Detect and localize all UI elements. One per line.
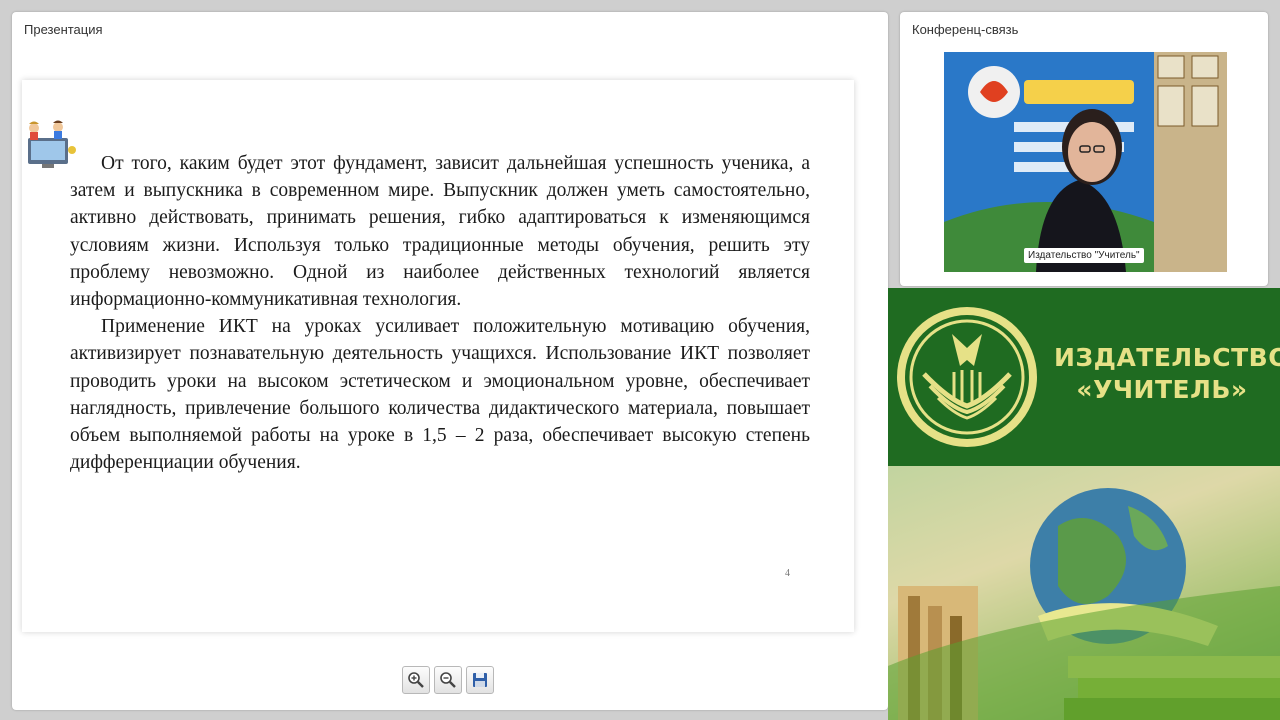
publisher-banner: ИЗДАТЕЛЬСТВО «УЧИТЕЛЬ» xyxy=(888,288,1280,466)
conference-panel: Конференц-связь Издательство "Учитель" xyxy=(900,12,1268,286)
zoom-in-button[interactable] xyxy=(402,666,430,694)
presentation-panel-title: Презентация xyxy=(24,22,103,37)
zoom-out-button[interactable] xyxy=(434,666,462,694)
books-globe-image xyxy=(888,466,1280,720)
publisher-logo xyxy=(897,307,1037,447)
slide-body-text: От того, каким будет этот фундамент, зав… xyxy=(70,150,810,476)
slide-page-number: 4 xyxy=(785,568,790,579)
presentation-slide: От того, каким будет этот фундамент, зав… xyxy=(22,80,854,632)
save-icon xyxy=(473,673,487,687)
publisher-name-line2: «УЧИТЕЛЬ» xyxy=(1076,375,1248,404)
presentation-panel: Презентация От того, каким будет этот фу… xyxy=(12,12,888,710)
presentation-toolbar xyxy=(402,666,494,694)
video-caption: Издательство "Учитель" xyxy=(1024,248,1144,263)
publisher-name-line1: ИЗДАТЕЛЬСТВО xyxy=(1054,343,1280,372)
webcam-video: Издательство "Учитель" xyxy=(944,52,1227,272)
conference-panel-title: Конференц-связь xyxy=(912,22,1019,37)
zoom-in-icon xyxy=(408,672,424,688)
slide-paragraph: Применение ИКТ на уроках усиливает полож… xyxy=(70,316,810,474)
slide-paragraph: От того, каким будет этот фундамент, зав… xyxy=(70,153,810,311)
video-scene xyxy=(944,52,1227,272)
save-button[interactable] xyxy=(466,666,494,694)
publisher-name: ИЗДАТЕЛЬСТВО «УЧИТЕЛЬ» xyxy=(1054,342,1280,406)
zoom-out-icon xyxy=(440,672,456,688)
books-globe-illustration xyxy=(888,466,1280,720)
